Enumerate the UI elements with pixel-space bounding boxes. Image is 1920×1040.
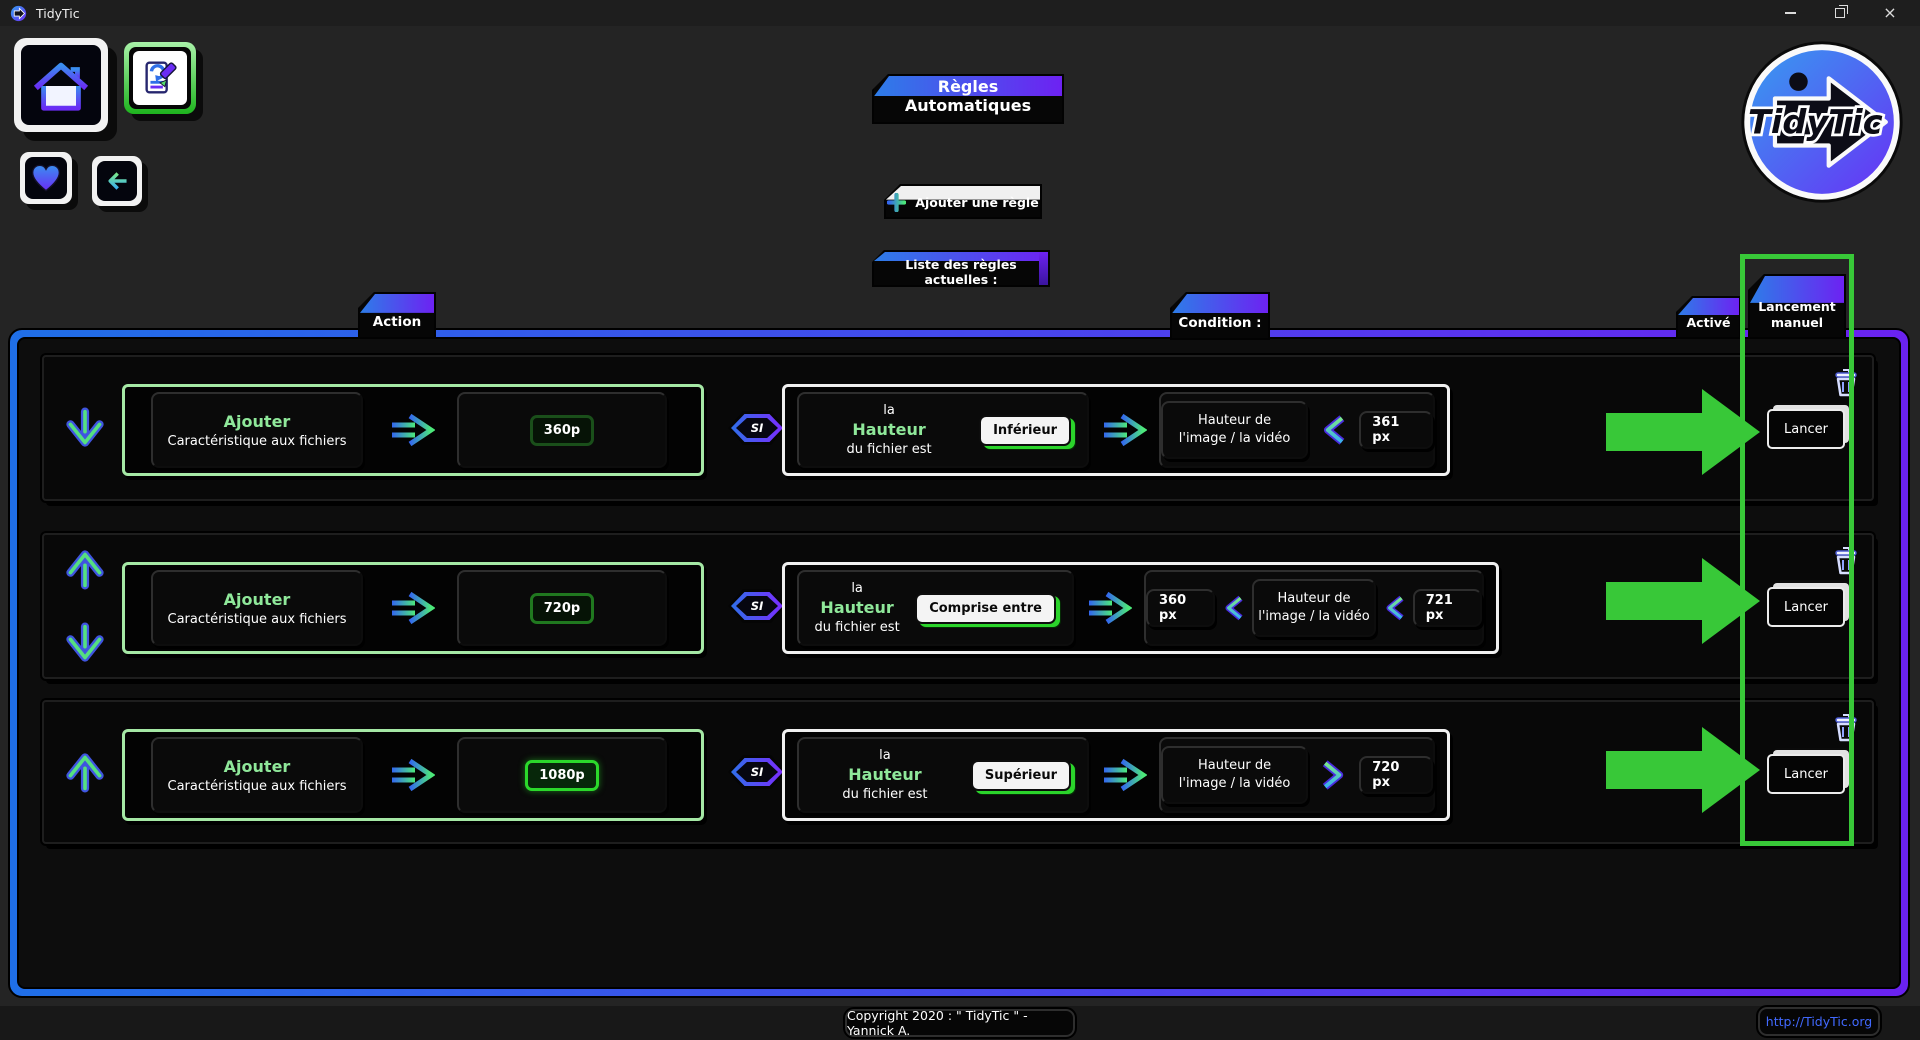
- rule-row-3: Ajouter Caractéristique aux fichiers 108…: [42, 700, 1874, 844]
- condition-box: la Hauteur du fichier est Inférieur: [797, 392, 1089, 468]
- logo-eye: [1789, 72, 1807, 90]
- less-than-icon: [1384, 593, 1405, 623]
- less-than-icon: [1321, 414, 1346, 446]
- double-arrow-icon: [1101, 413, 1147, 447]
- operator-button[interactable]: Comprise entre: [915, 593, 1056, 624]
- home-button[interactable]: [14, 38, 108, 132]
- window-title: TidyTic: [36, 6, 80, 21]
- comparison-box: Hauteur de l'image / la vidéo 720 px: [1159, 737, 1435, 813]
- double-arrow-icon: [389, 591, 435, 625]
- plus-icon: [887, 193, 906, 212]
- column-header-condition: Condition :: [1170, 292, 1270, 340]
- double-arrow-icon: [389, 413, 435, 447]
- condition-box: la Hauteur du fichier est Supérieur: [797, 737, 1089, 813]
- move-up-icon[interactable]: [65, 547, 105, 591]
- condition-group: la Hauteur du fichier est Inférieur Haut…: [782, 384, 1450, 476]
- action-value-button[interactable]: 1080p: [525, 760, 599, 791]
- annotation-arrow: [1606, 558, 1760, 644]
- action-group: Ajouter Caractéristique aux fichiers 360…: [122, 384, 704, 476]
- comparison-box: Hauteur de l'image / la vidéo 361 px: [1159, 392, 1435, 468]
- greater-than-icon: [1321, 759, 1346, 791]
- condition-group: la Hauteur du fichier est Comprise entre…: [782, 562, 1499, 654]
- annotation-arrow: [1606, 727, 1760, 813]
- home-icon: [30, 55, 92, 115]
- comparison-value[interactable]: 361 px: [1359, 411, 1433, 449]
- heart-icon: [30, 163, 62, 193]
- website-link[interactable]: http://TidyTic.org: [1758, 1007, 1880, 1036]
- column-header-active: Activé: [1676, 296, 1741, 339]
- action-value-container: 1080p: [457, 737, 667, 813]
- edit-rules-icon: [139, 57, 181, 99]
- rules-list-label: Liste des règles actuelles :: [872, 250, 1050, 287]
- copyright-label: Copyright 2020 : " TidyTic " - Yannick A…: [845, 1009, 1075, 1037]
- condition-group: la Hauteur du fichier est Supérieur Haut…: [782, 729, 1450, 821]
- annotation-arrow: [1606, 389, 1760, 475]
- less-than-icon: [1223, 593, 1244, 623]
- action-type-button[interactable]: Ajouter Caractéristique aux fichiers: [151, 737, 363, 813]
- double-arrow-icon: [1086, 591, 1132, 625]
- comparison-subject[interactable]: Hauteur de l'image / la vidéo: [1161, 746, 1308, 804]
- comparison-high-value[interactable]: 721 px: [1413, 589, 1482, 627]
- minimize-button[interactable]: [1782, 5, 1798, 21]
- title-bar: TidyTic ×: [0, 0, 1920, 26]
- si-badge: SI: [728, 589, 786, 623]
- favorites-button[interactable]: [20, 152, 72, 204]
- action-value-container: 720p: [457, 570, 667, 646]
- minimize-icon: [1785, 12, 1796, 14]
- action-value-button[interactable]: 720p: [530, 593, 594, 624]
- column-header-action: Action: [358, 292, 436, 339]
- restore-button[interactable]: [1832, 5, 1848, 21]
- app-icon: [10, 5, 27, 22]
- action-type-button[interactable]: Ajouter Caractéristique aux fichiers: [151, 392, 363, 468]
- double-arrow-icon: [389, 758, 435, 792]
- comparison-box: 360 px Hauteur de l'image / la vidéo 721…: [1144, 570, 1484, 646]
- rule-row-1: Ajouter Caractéristique aux fichiers 360…: [42, 355, 1874, 501]
- move-down-icon[interactable]: [65, 621, 105, 665]
- action-value-container: 360p: [457, 392, 667, 468]
- double-arrow-icon: [1101, 758, 1147, 792]
- logo-text: TidyTic: [1748, 103, 1883, 142]
- condition-box: la Hauteur du fichier est Comprise entre: [797, 570, 1074, 646]
- tidytic-logo: TidyTic: [1738, 38, 1906, 206]
- comparison-subject[interactable]: Hauteur de l'image / la vidéo: [1252, 579, 1375, 637]
- operator-button[interactable]: Inférieur: [979, 415, 1071, 446]
- move-down-icon[interactable]: [65, 406, 105, 450]
- si-badge: SI: [728, 411, 786, 445]
- operator-button[interactable]: Supérieur: [971, 760, 1071, 791]
- add-rule-button[interactable]: Ajouter une règle: [884, 184, 1042, 219]
- comparison-low-value[interactable]: 360 px: [1146, 589, 1215, 627]
- back-arrow-icon: [102, 167, 132, 195]
- page-title: Règles Automatiques: [872, 74, 1064, 124]
- auto-rules-button[interactable]: [124, 42, 196, 114]
- action-value-button[interactable]: 360p: [530, 415, 594, 446]
- comparison-value[interactable]: 720 px: [1359, 756, 1433, 794]
- action-type-button[interactable]: Ajouter Caractéristique aux fichiers: [151, 570, 363, 646]
- restore-icon: [1835, 8, 1845, 18]
- close-button[interactable]: ×: [1882, 5, 1898, 21]
- back-button[interactable]: [92, 156, 142, 206]
- action-group: Ajouter Caractéristique aux fichiers 720…: [122, 562, 704, 654]
- action-group: Ajouter Caractéristique aux fichiers 108…: [122, 729, 704, 821]
- rule-row-2: Ajouter Caractéristique aux fichiers 720…: [42, 533, 1874, 679]
- si-badge: SI: [728, 755, 786, 789]
- comparison-subject[interactable]: Hauteur de l'image / la vidéo: [1161, 401, 1308, 459]
- move-up-icon[interactable]: [65, 750, 105, 794]
